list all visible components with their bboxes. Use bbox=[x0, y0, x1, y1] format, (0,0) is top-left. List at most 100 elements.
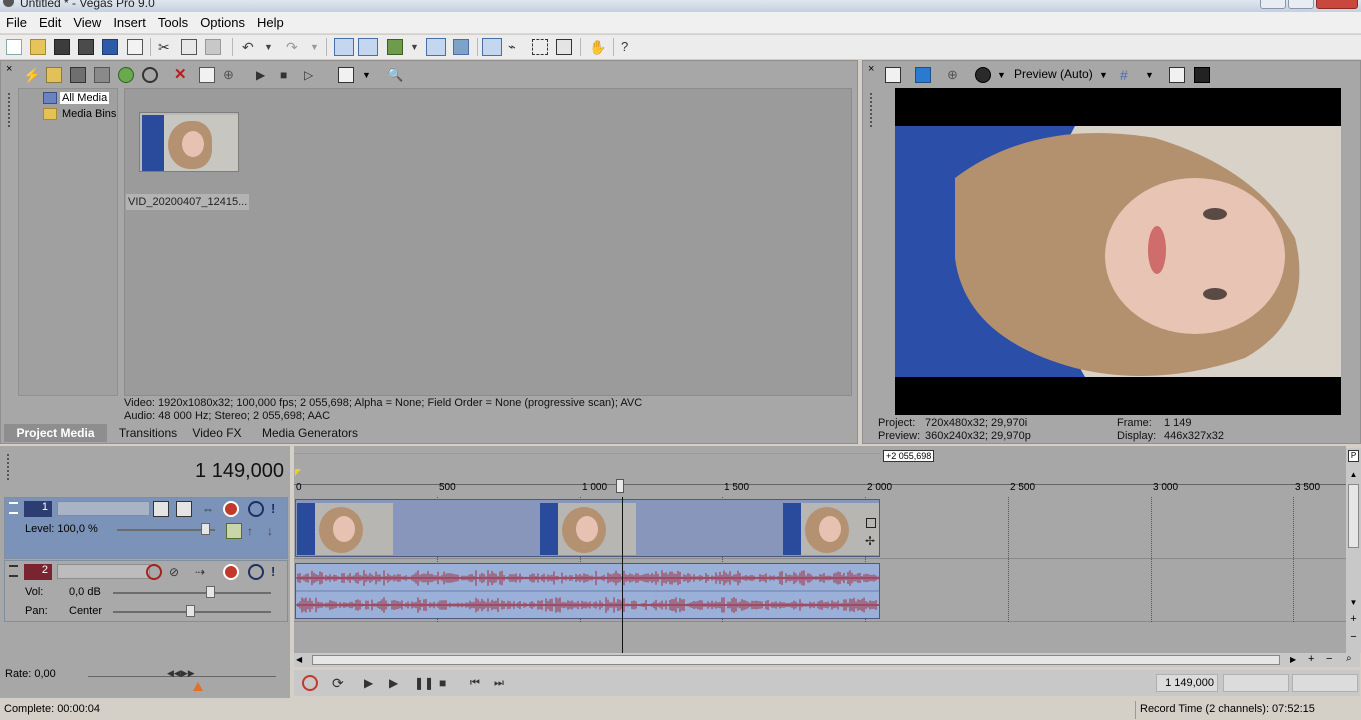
remove-media-icon[interactable]: ✕ bbox=[174, 67, 190, 83]
views-dropdown-icon[interactable]: ▼ bbox=[362, 67, 378, 83]
close-preview-icon[interactable]: × bbox=[868, 63, 884, 79]
undo-icon[interactable]: ↶ bbox=[242, 39, 258, 55]
menu-edit[interactable]: Edit bbox=[33, 12, 67, 30]
play-from-start-icon[interactable]: ▶ bbox=[364, 675, 380, 691]
media-fx-icon[interactable]: ⊕ bbox=[223, 67, 239, 83]
menu-insert[interactable]: Insert bbox=[107, 12, 152, 30]
open-icon[interactable] bbox=[30, 39, 46, 55]
compositing-mode-icon[interactable]: ⇔ bbox=[202, 501, 218, 517]
mute-icon[interactable] bbox=[248, 501, 264, 517]
event-pan-crop-icon[interactable] bbox=[866, 518, 876, 528]
zoom-out-vertical-icon[interactable]: − bbox=[1348, 632, 1359, 643]
lock-envelopes-icon[interactable] bbox=[426, 38, 446, 56]
volume-slider[interactable] bbox=[206, 586, 215, 598]
tab-project-media[interactable]: Project Media bbox=[4, 424, 107, 442]
solo-icon[interactable]: ! bbox=[271, 501, 287, 517]
auto-ripple-icon[interactable] bbox=[334, 38, 354, 56]
vertical-scroll-thumb[interactable] bbox=[1348, 484, 1359, 548]
track-name-field[interactable] bbox=[57, 501, 150, 516]
event-fx-icon[interactable]: ✢ bbox=[865, 534, 875, 548]
track-motion-icon[interactable] bbox=[153, 501, 169, 517]
menu-tools[interactable]: Tools bbox=[152, 12, 194, 30]
track-name-field[interactable] bbox=[57, 564, 150, 579]
timeline-vertical-scrollbar[interactable]: P ▲ ▼ + − bbox=[1346, 448, 1361, 653]
timeline-tracks[interactable]: ✢ bbox=[294, 497, 1346, 653]
loop-region-bar[interactable] bbox=[294, 453, 880, 454]
tab-transitions[interactable]: Transitions bbox=[110, 424, 186, 442]
solo-icon[interactable]: ! bbox=[271, 564, 287, 580]
preview-fx-icon[interactable]: ⊕ bbox=[947, 67, 963, 83]
stop-preview-icon[interactable]: ■ bbox=[280, 67, 296, 83]
save-icon[interactable] bbox=[54, 39, 70, 55]
zoom-tool-small-icon[interactable]: ⌕ bbox=[1346, 653, 1352, 664]
views-icon[interactable] bbox=[338, 67, 354, 83]
split-screen-icon[interactable] bbox=[975, 67, 991, 83]
auto-preview-icon[interactable]: ▷ bbox=[304, 67, 320, 83]
pan-slider[interactable] bbox=[186, 605, 195, 617]
new-icon[interactable] bbox=[6, 39, 22, 55]
redo-dropdown-icon[interactable]: ▼ bbox=[310, 39, 326, 55]
close-window-button[interactable] bbox=[1316, 0, 1358, 9]
extract-audio-icon[interactable] bbox=[94, 67, 110, 83]
render-icon[interactable] bbox=[102, 39, 118, 55]
split-dropdown-icon[interactable]: ▼ bbox=[997, 67, 1013, 83]
make-child-icon[interactable]: ↑ bbox=[247, 523, 263, 539]
menu-options[interactable]: Options bbox=[194, 12, 251, 30]
copy-icon[interactable] bbox=[181, 39, 197, 55]
audio-event[interactable] bbox=[295, 563, 880, 619]
envelope-tool-icon[interactable]: ⌁ bbox=[508, 39, 524, 55]
redo-icon[interactable]: ↷ bbox=[286, 39, 302, 55]
get-photo-icon[interactable] bbox=[70, 67, 86, 83]
save-snapshot-icon[interactable] bbox=[1194, 67, 1210, 83]
track-output-icon[interactable]: ⇢ bbox=[195, 564, 211, 580]
zoom-out-horizontal-icon[interactable]: − bbox=[1326, 653, 1332, 665]
make-compositing-child-icon[interactable]: ↓ bbox=[267, 523, 283, 539]
maximize-button[interactable] bbox=[1288, 0, 1314, 9]
normal-edit-icon[interactable] bbox=[482, 38, 502, 56]
arm-record-icon[interactable] bbox=[146, 564, 162, 580]
preview-properties-icon[interactable] bbox=[885, 67, 901, 83]
preview-grip[interactable] bbox=[870, 93, 874, 127]
collapse-track-icon[interactable] bbox=[9, 565, 18, 577]
paste-icon[interactable] bbox=[205, 39, 221, 55]
pause-icon[interactable]: ❚❚ bbox=[414, 675, 434, 691]
help-icon[interactable]: ? bbox=[621, 39, 637, 55]
play-icon[interactable]: ▶ bbox=[389, 675, 405, 691]
record-icon[interactable] bbox=[302, 675, 318, 691]
get-media-web-icon[interactable] bbox=[118, 67, 134, 83]
ignore-grouping-icon[interactable] bbox=[387, 39, 403, 55]
media-manager-icon[interactable] bbox=[142, 67, 158, 83]
go-to-end-icon[interactable]: ⏭ bbox=[494, 675, 510, 691]
preview-quality-select[interactable]: Preview (Auto) bbox=[1014, 67, 1093, 81]
cut-icon[interactable]: ✂ bbox=[158, 39, 174, 55]
rate-slider-handle[interactable]: ◀◀▶▶ bbox=[167, 668, 195, 679]
zoom-tool-icon[interactable] bbox=[556, 39, 572, 55]
go-to-start-icon[interactable]: ⏮ bbox=[470, 675, 486, 691]
undo-dropdown-icon[interactable]: ▼ bbox=[264, 39, 280, 55]
video-event[interactable]: ✢ bbox=[295, 499, 880, 557]
track-fx-gear-icon[interactable] bbox=[223, 564, 239, 580]
save-as-icon[interactable] bbox=[78, 39, 94, 55]
zoom-in-horizontal-icon[interactable]: + bbox=[1308, 653, 1314, 665]
stop-icon[interactable]: ■ bbox=[439, 675, 455, 691]
preview-quality-dropdown-icon[interactable]: ▼ bbox=[1099, 67, 1115, 83]
minimize-button[interactable] bbox=[1260, 0, 1286, 9]
invert-phase-icon[interactable]: ⊘ bbox=[169, 564, 185, 580]
scroll-right-arrow-icon[interactable]: ▶ bbox=[1290, 655, 1296, 664]
hand-icon[interactable]: ✋ bbox=[589, 39, 606, 55]
level-slider[interactable] bbox=[201, 523, 210, 535]
tab-media-generators[interactable]: Media Generators bbox=[251, 424, 369, 442]
composite-parent-icon[interactable] bbox=[226, 523, 242, 539]
timeline-grip[interactable] bbox=[7, 454, 11, 480]
timeline-horizontal-scrollbar[interactable]: ◀ ▶ + − ⌕ bbox=[294, 653, 1360, 667]
search-icon[interactable]: 🔍 bbox=[387, 67, 403, 83]
menu-help[interactable]: Help bbox=[251, 12, 290, 30]
overlays-icon[interactable]: # bbox=[1120, 67, 1136, 83]
loop-playback-icon[interactable]: ⟳ bbox=[332, 675, 348, 691]
media-properties-icon[interactable] bbox=[199, 67, 215, 83]
marker-icon[interactable]: P bbox=[1348, 450, 1359, 462]
post-edit-ripple-icon[interactable] bbox=[453, 39, 469, 55]
start-preview-icon[interactable]: ▶ bbox=[256, 67, 272, 83]
mute-icon[interactable] bbox=[248, 564, 264, 580]
selection-length-field[interactable] bbox=[1292, 674, 1358, 692]
